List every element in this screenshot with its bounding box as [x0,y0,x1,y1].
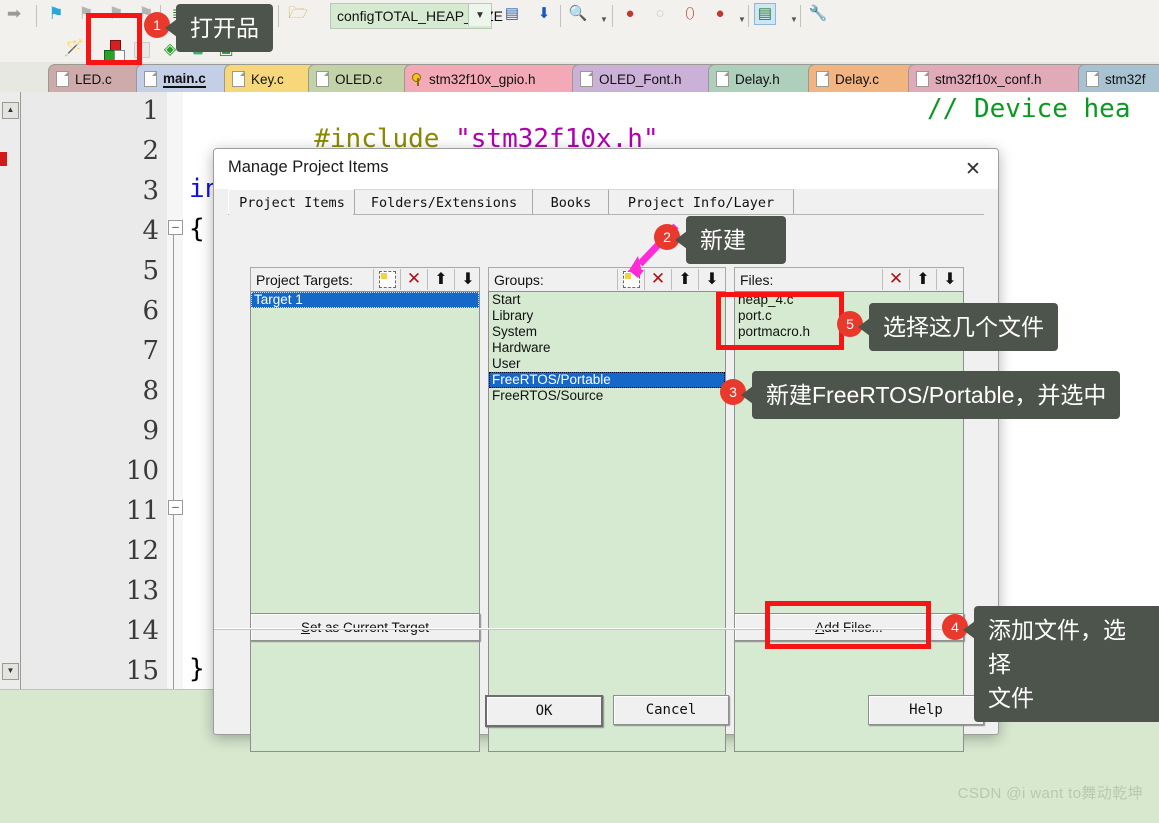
chevron-down-icon[interactable]: ▼ [468,4,491,26]
breakpoint-red-icon[interactable]: ● [618,3,642,25]
project-targets-list[interactable]: Target 1 [250,291,480,752]
new-item-icon[interactable] [373,269,400,290]
page-icon [56,71,69,87]
list-item[interactable]: FreeRTOS/Source [489,388,725,404]
error-marker [0,152,7,166]
delete-icon[interactable]: ✕ [882,269,909,290]
open-folder-icon[interactable]: 🗁 [286,3,310,25]
dialog-titlebar: Manage Project Items ✕ [214,149,998,189]
wand-icon[interactable]: 🪄 [62,38,86,60]
editor-left-strip[interactable]: ▲ ▼ [0,92,21,690]
tab-stm32f10x-gpio-h[interactable]: stm32f10x_gpio.h [404,64,598,93]
breakpoint-disabled-icon[interactable]: ⬯ [678,3,702,25]
help-button[interactable]: Help [868,695,984,725]
ok-button[interactable]: OK [485,695,603,727]
editor-tabbar: LED.c main.c Key.c OLED.c stm32f10x_gpio… [0,62,1159,93]
list-item[interactable]: Library [489,308,725,324]
magnify-q-icon[interactable]: 🔍 [566,3,590,25]
annotation-box-1 [86,13,142,65]
code-comment-1: // Device hea [927,94,1131,124]
annotation-callout-5: 选择这几个文件 [869,303,1058,351]
tab-stm32f10x-conf-h[interactable]: stm32f10x_conf.h [908,64,1104,93]
set-current-target-label: et as Current Target [309,619,430,635]
dialog-tabstrip: Project Items Folders/Extensions Books P… [228,189,984,215]
breakpoint-empty-icon[interactable]: ○ [648,3,672,25]
key-icon [412,72,424,86]
files-list[interactable]: heap_4.c port.c portmacro.h [734,291,964,752]
page-icon [916,71,929,87]
kill-breakpoints-icon[interactable]: ● [708,3,732,25]
move-down-icon[interactable]: ⬇ [698,269,725,290]
page-icon [816,71,829,87]
files-label: Files: [740,272,774,288]
chevron-down-icon[interactable]: ▼ [782,9,806,31]
annotation-callout-3: 新建FreeRTOS/Portable，并选中 [752,371,1121,419]
page-icon [232,71,245,87]
groups-label: Groups: [494,272,544,288]
page-icon [716,71,729,87]
code-open-brace: { [189,214,205,244]
annotation-callout-2: 新建 [686,216,786,264]
annotation-callout-4: 添加文件，选择 文件 [974,606,1159,722]
tab-project-items[interactable]: Project Items [228,189,356,215]
list-item-selected[interactable]: FreeRTOS/Portable [489,372,725,388]
scroll-up-button[interactable]: ▲ [2,102,19,119]
bookmark-icon[interactable]: ⬇ [532,3,556,25]
page-icon [580,71,593,87]
groups-header: Groups: ✕ ⬆ ⬇ [488,267,726,293]
line-number-gutter: 1 2 3 4 5 6 7 8 9 10 11 12 13 14 15 16 [21,92,167,726]
project-targets-label: Project Targets: [256,272,354,288]
move-up-icon[interactable]: ⬆ [909,269,936,290]
page-icon [144,71,157,87]
list-item[interactable]: Hardware [489,340,725,356]
cancel-button[interactable]: Cancel [613,695,729,725]
page-icon [316,71,329,87]
delete-icon[interactable]: ✕ [400,269,427,290]
tab-folders-extensions[interactable]: Folders/Extensions [354,189,534,215]
find-in-files-icon[interactable]: ▤ [500,3,524,25]
annotation-box-4 [765,601,931,649]
move-up-icon[interactable]: ⬆ [427,269,454,290]
code-close-brace: } [189,654,205,684]
fold-toggle-icon[interactable]: – [168,220,183,235]
flag-blue-icon[interactable]: ⚑ [44,3,68,25]
list-item[interactable]: Target 1 [251,292,479,308]
chevron-down-icon[interactable]: ▼ [730,9,754,31]
code-folding-column[interactable]: – – [167,92,183,710]
scroll-down-button[interactable]: ▼ [2,663,19,680]
search-combo[interactable]: configTOTAL_HEAP_SIZE ▼ [330,3,503,29]
window-layout-icon[interactable]: ▤ [754,3,776,25]
close-icon[interactable]: ✕ [956,155,990,183]
dialog-title: Manage Project Items [228,158,389,176]
files-header: Files: ✕ ⬆ ⬇ [734,267,964,293]
fold-toggle-icon[interactable]: – [168,500,183,515]
step-out-icon[interactable]: ➡ [2,3,26,25]
set-as-current-target-button[interactable]: Set as Current Target [250,613,480,641]
annotation-box-5 [716,292,844,350]
annotation-callout-1: 打开品 [176,4,273,52]
watermark: CSDN @i want to舞动乾坤 [957,785,1143,802]
list-item[interactable]: System [489,324,725,340]
list-item[interactable]: User [489,356,725,372]
list-item[interactable]: Start [489,292,725,308]
tab-stm32f[interactable]: stm32f [1078,64,1159,93]
move-down-icon[interactable]: ⬇ [936,269,963,290]
wrench-icon[interactable]: 🔧 [806,3,830,25]
project-targets-header: Project Targets: ✕ ⬆ ⬇ [250,267,480,293]
move-down-icon[interactable]: ⬇ [454,269,481,290]
tab-books[interactable]: Books [532,189,610,215]
page-icon [1086,71,1099,87]
tab-project-info-layer[interactable]: Project Info/Layer [608,189,794,215]
groups-list[interactable]: Start Library System Hardware User FreeR… [488,291,726,752]
